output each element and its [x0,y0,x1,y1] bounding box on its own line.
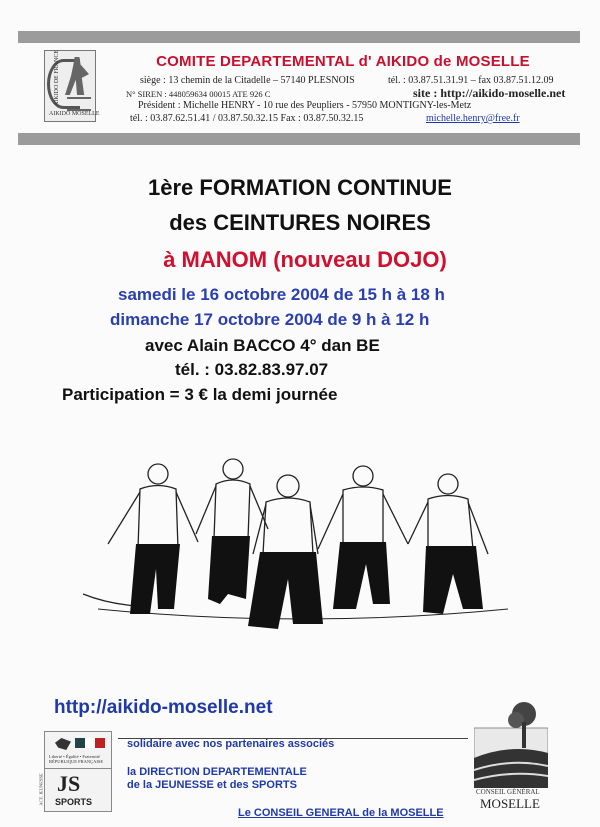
jeunesse-sports-logo: JS SPORTS ACT. JEUNESSE [39,768,112,812]
logo-vertical-text: AIKIDO DE FRANCE [54,50,60,106]
siege-phone-fax: tél. : 03.87.51.31.91 – fax 03.87.51.12.… [388,75,554,86]
event-date-saturday: samedi le 16 octobre 2004 de 15 h à 18 h [118,285,445,304]
republique-text: Liberté • Égalité • Fraternité RÉPUBLIQU… [49,754,104,764]
header-top-bar [18,31,580,43]
site-url[interactable]: site : http://aikido-moselle.net [413,86,565,101]
sports-label: SPORTS [55,797,93,807]
ddjs-line1: la DIRECTION DEPARTEMENTALE [127,766,307,778]
tricolor-flag-icon [75,738,105,748]
event-date-sunday: dimanche 17 octobre 2004 de 9 h à 12 h [110,310,430,329]
event-location: à MANOM (nouveau DOJO) [163,247,447,272]
siege-address: siège : 13 chemin de la Citadelle – 5714… [140,75,355,86]
ddjs-line2: de la JEUNESSE et des SPORTS [127,779,297,791]
conseil-general-logo: CONSEIL GÉNÉRAL MOSELLE [473,688,549,816]
cg-label-line2: MOSELLE [480,796,540,811]
jeunesse-vertical-text: ACT. JEUNESSE [38,773,44,806]
conseil-general-text: Le CONSEIL GENERAL de la MOSELLE [238,807,444,819]
email-link[interactable]: michelle.henry@free.fr [426,113,520,124]
contact-phone: tél. : 03.82.83.97.07 [175,360,329,379]
committee-title: COMITE DEPARTEMENTAL d' AIKIDO de MOSELL… [156,53,530,70]
marianne-icon [55,738,71,750]
tree-landscape-icon [473,702,549,789]
siren-number: N° SIREN : 448059634 00015 ATE 926 C [126,89,271,99]
participation-fee: Participation = 3 € la demi journée [62,385,338,404]
event-title-line2: des CEINTURES NOIRES [169,210,431,235]
event-title-line1: 1ère FORMATION CONTINUE [148,175,452,200]
aikidoka-group-illustration [82,458,509,629]
president-phone: tél. : 03.87.62.51.41 / 03.87.50.32.15 F… [130,113,364,124]
logo-bottom-text: AIKIDO MOSELLE [49,111,100,117]
partners-intro: solidaire avec nos partenaires associés [127,738,335,750]
footer-site-url[interactable]: http://aikido-moselle.net [54,697,273,719]
aikido-logo: AIKIDO DE FRANCE AIKIDO MOSELLE [44,50,100,122]
cg-label-line1: CONSEIL GÉNÉRAL [476,788,540,796]
instructor: avec Alain BACCO 4° dan BE [145,336,380,355]
header-bottom-bar [18,133,580,145]
president-info: Président : Michelle HENRY - 10 rue des … [138,100,472,111]
js-monogram-icon: JS [57,771,81,796]
republique-francaise-logo: Liberté • Égalité • Fraternité RÉPUBLIQU… [44,731,112,769]
